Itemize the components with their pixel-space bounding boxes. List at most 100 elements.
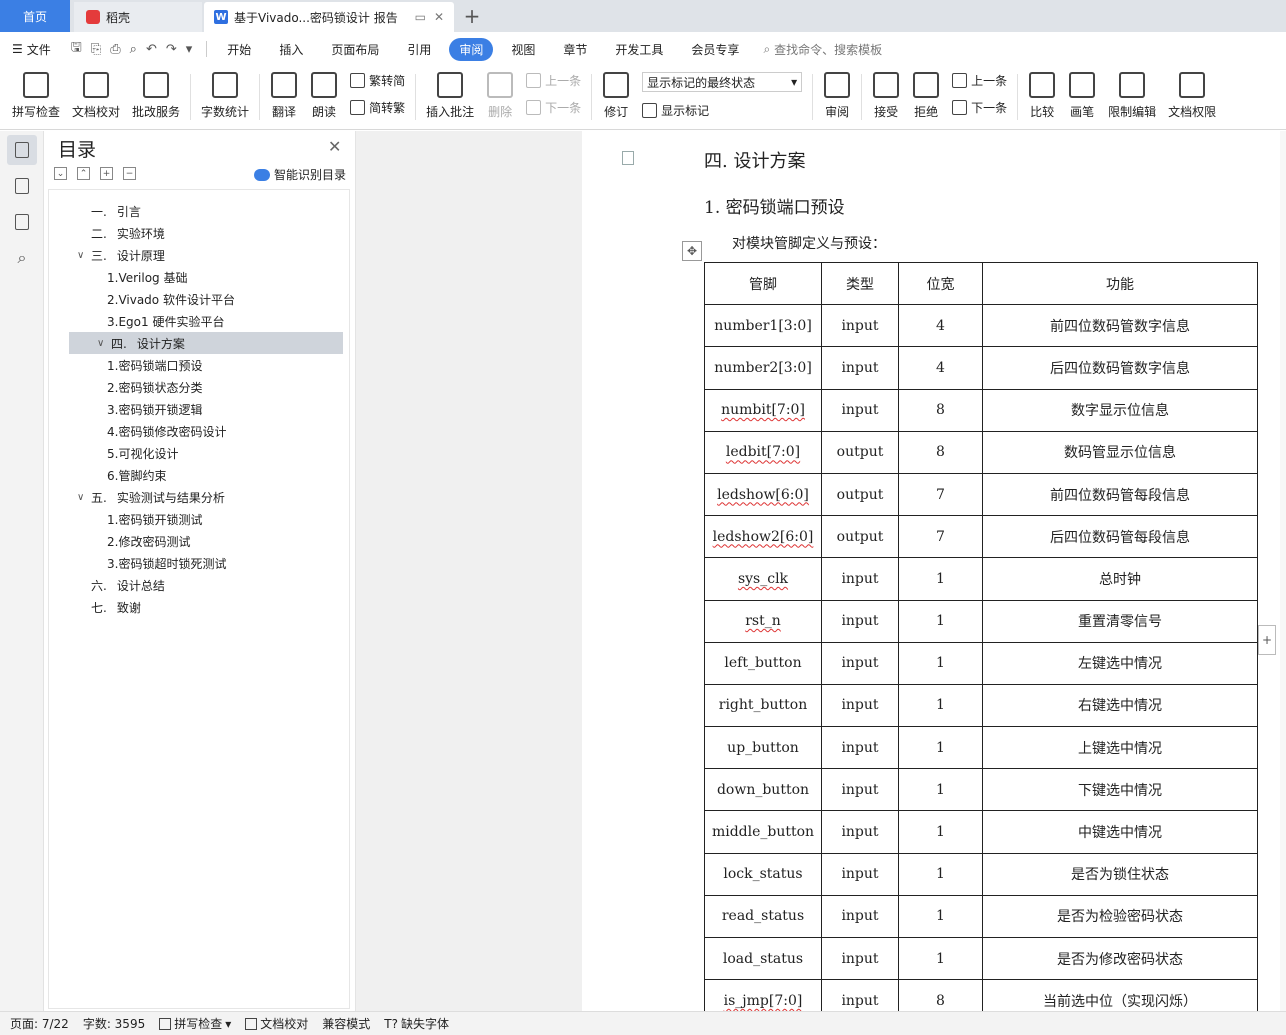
cell-function[interactable]: 数字显示位信息 (982, 388, 1258, 432)
cell-function[interactable]: 左键选中情况 (982, 641, 1258, 685)
trad-to-simp-button[interactable]: 繁转简 (350, 72, 405, 89)
delete-comment-button[interactable]: 删除 (480, 66, 520, 120)
compare-button[interactable]: 比较 (1022, 66, 1062, 120)
cell-width[interactable]: 1 (898, 557, 983, 601)
undo-icon[interactable]: ↶ (146, 42, 157, 57)
cell-pin[interactable]: down_button (704, 768, 822, 812)
tab-float-icon[interactable]: ▭ (415, 10, 426, 24)
word-count-indicator[interactable]: 字数: 3595 (83, 1015, 145, 1032)
cell-type[interactable]: input (821, 346, 899, 390)
table-move-handle-icon[interactable]: ✥ (682, 241, 702, 261)
doc-check-button[interactable]: 文档校对 (66, 66, 126, 120)
tab-insert[interactable]: 插入 (269, 38, 313, 61)
cell-function[interactable]: 是否为修改密码状态 (982, 936, 1258, 981)
collapse-all-icon[interactable]: ⌄ (54, 167, 67, 180)
print-icon[interactable]: ⎙ (110, 42, 120, 57)
cell-pin[interactable]: is_jmp[7:0] (704, 979, 822, 1011)
scrollbar[interactable] (1280, 131, 1286, 1011)
toc-item[interactable]: 1.Verilog 基础 (49, 266, 349, 288)
cell-type[interactable]: output (821, 515, 899, 559)
cell-type[interactable]: input (821, 388, 899, 432)
cell-function[interactable]: 当前选中位（实现闪烁） (982, 979, 1258, 1011)
cell-pin[interactable]: number1[3:0] (704, 304, 822, 348)
toc-item[interactable]: 1.密码锁端口预设 (49, 354, 349, 376)
add-column-icon[interactable]: + (1258, 625, 1276, 655)
cell-function[interactable]: 前四位数码管每段信息 (982, 472, 1258, 517)
cell-width[interactable]: 8 (898, 979, 983, 1011)
cell-width[interactable]: 1 (898, 683, 983, 728)
cell-function[interactable]: 中键选中情况 (982, 810, 1258, 854)
toc-item[interactable]: ∨ 五. 实验测试与结果分析 (49, 486, 349, 508)
status-spell-check[interactable]: 拼写检查 ▾ (159, 1015, 231, 1032)
cell-type[interactable]: input (821, 557, 899, 601)
cell-pin[interactable]: sys_clk (704, 557, 822, 601)
cell-width[interactable]: 1 (898, 810, 983, 854)
file-menu[interactable]: ☰ 文件 (0, 41, 63, 58)
toc-nav-icon[interactable] (7, 135, 37, 165)
tab-member[interactable]: 会员专享 (681, 38, 749, 61)
cell-function[interactable]: 上键选中情况 (982, 726, 1258, 770)
cell-type[interactable]: input (821, 726, 899, 770)
cell-type[interactable]: output (821, 430, 899, 474)
page-indicator[interactable]: 页面: 7/22 (10, 1015, 69, 1032)
toc-item[interactable]: 2.修改密码测试 (49, 530, 349, 552)
tab-document[interactable]: W 基于Vivado...密码锁设计 报告 ▭ ✕ (204, 2, 454, 32)
cell-function[interactable]: 总时钟 (982, 557, 1258, 601)
expand-all-icon[interactable]: ⌃ (77, 167, 90, 180)
cell-type[interactable]: input (821, 683, 899, 728)
cell-pin[interactable]: ledshow2[6:0] (704, 515, 822, 559)
cell-width[interactable]: 7 (898, 515, 983, 559)
cell-width[interactable]: 8 (898, 388, 983, 432)
cell-pin[interactable]: right_button (704, 683, 822, 728)
expand-chevron-icon[interactable]: ∨ (77, 492, 91, 503)
cell-width[interactable]: 1 (898, 936, 983, 981)
insert-comment-button[interactable]: 插入批注 (420, 66, 480, 120)
cell-type[interactable]: input (821, 810, 899, 854)
save-icon[interactable]: 🖫 (71, 38, 82, 60)
cell-pin[interactable]: rst_n (704, 599, 822, 643)
translate-button[interactable]: 翻译 (264, 66, 304, 120)
markup-state-select[interactable]: 显示标记的最终状态 ▾ (642, 72, 803, 92)
compat-mode[interactable]: 兼容模式 (322, 1015, 370, 1032)
cell-function[interactable]: 前四位数码管数字信息 (982, 304, 1258, 348)
track-changes-button[interactable]: 修订 (596, 66, 636, 120)
revise-service-button[interactable]: 批改服务 (126, 66, 186, 120)
cell-function[interactable]: 后四位数码管数字信息 (982, 346, 1258, 390)
cell-width[interactable]: 1 (898, 768, 983, 812)
toc-item[interactable]: 2.Vivado 软件设计平台 (49, 288, 349, 310)
spell-check-button[interactable]: 拼写检查 (6, 66, 66, 120)
tab-section[interactable]: 章节 (553, 38, 597, 61)
expand-chevron-icon[interactable]: ∨ (77, 250, 91, 261)
cell-pin[interactable]: middle_button (704, 810, 822, 854)
review-pane-button[interactable]: 审阅 (817, 66, 857, 120)
cell-type[interactable]: input (821, 894, 899, 939)
bookmark-icon[interactable] (11, 211, 33, 233)
cell-width[interactable]: 4 (898, 304, 983, 348)
missing-font[interactable]: T? 缺失字体 (384, 1015, 449, 1032)
toc-item[interactable]: 六. 设计总结 (49, 574, 349, 596)
restrict-edit-button[interactable]: 限制编辑 (1102, 66, 1162, 120)
cell-width[interactable]: 8 (898, 430, 983, 474)
prev-comment-button[interactable]: 上一条 (526, 72, 581, 89)
toc-item[interactable]: 6.管脚约束 (49, 464, 349, 486)
cell-type[interactable]: input (821, 979, 899, 1011)
cell-function[interactable]: 是否为锁住状态 (982, 852, 1258, 896)
cell-type[interactable]: input (821, 641, 899, 685)
toc-item[interactable]: 4.密码锁修改密码设计 (49, 420, 349, 442)
tab-developer[interactable]: 开发工具 (605, 38, 673, 61)
toc-item[interactable]: 3.Ego1 硬件实验平台 (49, 310, 349, 332)
next-change-button[interactable]: 下一条 (952, 99, 1007, 116)
search-icon[interactable]: ⌕ (11, 247, 33, 269)
cell-width[interactable]: 7 (898, 472, 983, 517)
tab-page-layout[interactable]: 页面布局 (321, 38, 389, 61)
cell-type[interactable]: input (821, 768, 899, 812)
tab-review[interactable]: 审阅 (449, 37, 494, 61)
toc-item[interactable]: 3.密码锁开锁逻辑 (49, 398, 349, 420)
cell-function[interactable]: 下键选中情况 (982, 768, 1258, 812)
remove-level-icon[interactable]: − (123, 167, 136, 180)
cell-width[interactable]: 1 (898, 852, 983, 896)
cell-pin[interactable]: up_button (704, 726, 822, 770)
preview-icon[interactable]: ⌕ (130, 42, 137, 57)
toc-item[interactable]: 1.密码锁开锁测试 (49, 508, 349, 530)
word-count-button[interactable]: 字数统计 (195, 66, 255, 120)
